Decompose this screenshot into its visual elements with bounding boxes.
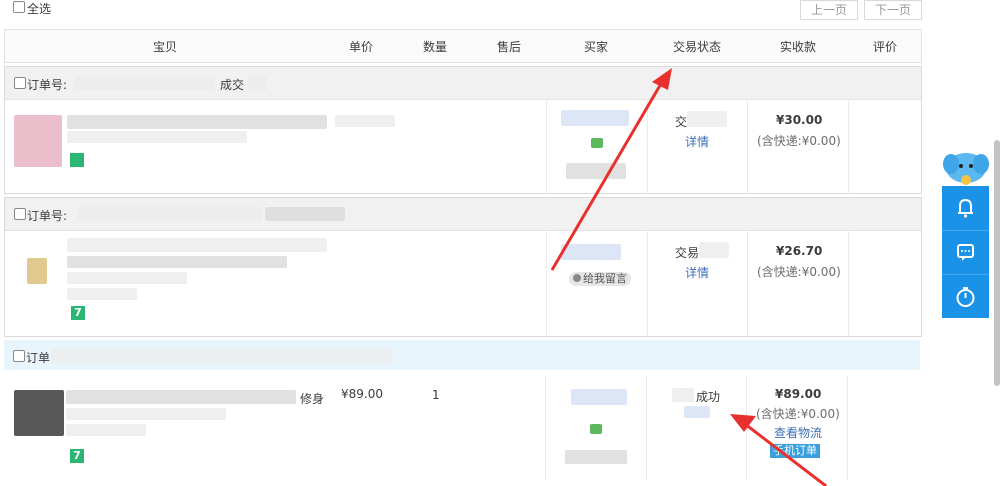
annotation-arrow-2 [744,422,827,486]
annotation-arrows [550,68,827,486]
annotation-arrow-1 [550,81,664,271]
annotation-arrow-1-head [652,68,672,90]
